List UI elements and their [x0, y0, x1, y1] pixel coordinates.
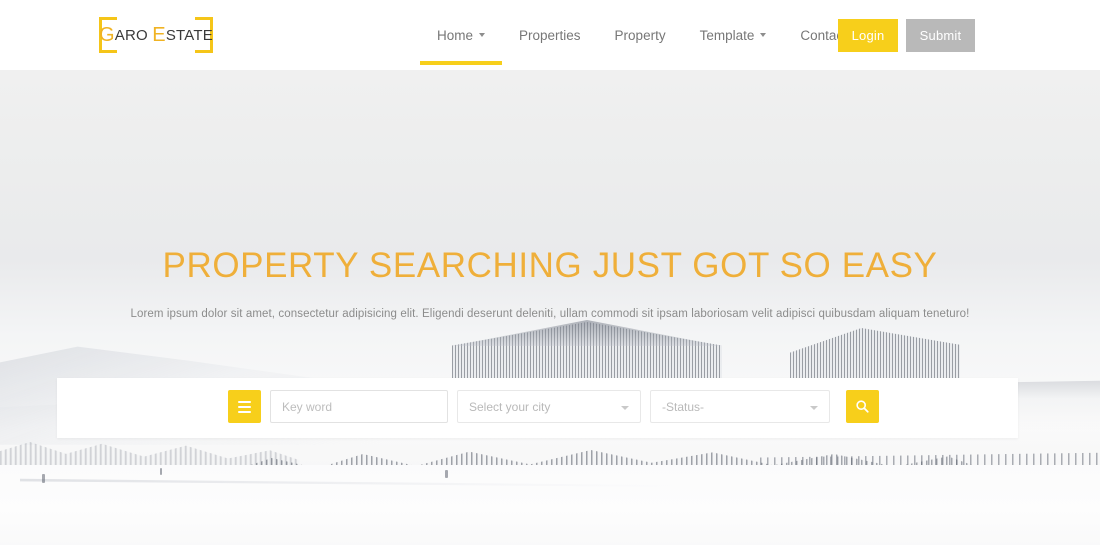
hamburger-bar — [238, 410, 251, 413]
search-icon — [856, 400, 869, 413]
logo-word-garo: ARO — [114, 26, 153, 44]
background-figure — [42, 474, 45, 483]
nav-item-template-label: Template — [699, 27, 755, 43]
keyword-search-input[interactable] — [270, 390, 448, 423]
site-header: GARO ESTATE Home Properties Property Tem… — [0, 0, 1100, 70]
background-barn-right — [790, 328, 960, 384]
nav-item-properties-label: Properties — [519, 27, 581, 43]
background-figure — [160, 468, 162, 475]
submit-button[interactable]: Submit — [906, 19, 975, 52]
chevron-down-icon — [810, 406, 818, 410]
nav-item-property[interactable]: Property — [598, 0, 683, 70]
hero-content: PROPERTY SEARCHING JUST GOT SO EASY Lore… — [0, 70, 1100, 320]
city-select-value: Select your city — [469, 399, 551, 414]
hero-section: PROPERTY SEARCHING JUST GOT SO EASY Lore… — [0, 70, 1100, 545]
status-select-value: -Status- — [662, 399, 705, 414]
main-navigation: Home Properties Property Template Contac… — [420, 0, 864, 70]
hamburger-bar — [238, 405, 251, 408]
chevron-down-icon — [479, 33, 486, 37]
chevron-down-icon — [621, 406, 629, 410]
background-snowfield — [0, 465, 1100, 545]
logo-word-estate: STATE — [165, 26, 213, 44]
nav-item-template[interactable]: Template — [683, 0, 784, 70]
chevron-down-icon — [760, 33, 767, 37]
login-button[interactable]: Login — [838, 19, 898, 52]
background-barn-roof — [452, 320, 722, 346]
search-controls: Select your city -Status- — [228, 390, 879, 423]
hamburger-bar — [238, 400, 251, 403]
nav-item-home-label: Home — [437, 27, 474, 43]
nav-item-home[interactable]: Home — [420, 0, 503, 70]
nav-item-properties[interactable]: Properties — [502, 0, 598, 70]
nav-item-property-label: Property — [614, 27, 666, 43]
search-submit-button[interactable] — [846, 390, 879, 423]
background-figure — [445, 470, 448, 478]
site-logo[interactable]: GARO ESTATE — [99, 15, 213, 55]
logo-letter-e: E — [152, 23, 166, 46]
hamburger-icon-button[interactable] — [228, 390, 261, 423]
city-select[interactable]: Select your city — [457, 390, 641, 423]
hero-subtitle: Lorem ipsum dolor sit amet, consectetur … — [130, 308, 970, 320]
logo-letter-g: G — [99, 23, 115, 46]
status-select[interactable]: -Status- — [650, 390, 830, 423]
hero-title: PROPERTY SEARCHING JUST GOT SO EASY — [162, 246, 938, 285]
logo-text: GARO ESTATE — [99, 24, 213, 47]
property-search-panel: Select your city -Status- — [57, 378, 1018, 438]
